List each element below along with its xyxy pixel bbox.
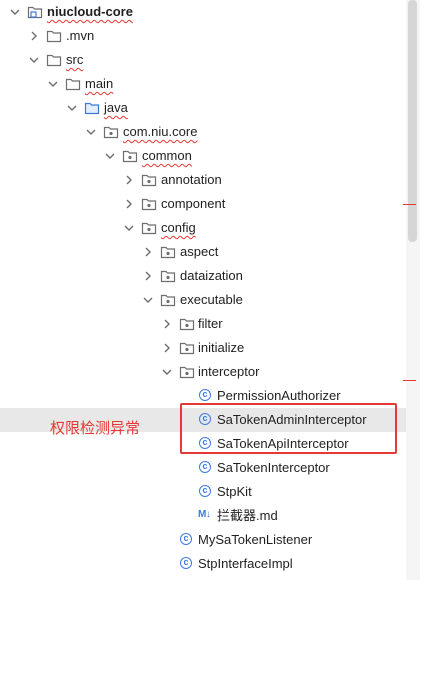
tree-item-label: filter xyxy=(198,316,223,331)
tree-item-markdown-file[interactable]: M↓ 拦截器.md xyxy=(0,504,400,528)
chevron-right-icon[interactable] xyxy=(29,30,39,42)
package-icon xyxy=(141,172,157,188)
error-stripe-marker[interactable] xyxy=(403,380,416,381)
package-icon xyxy=(103,124,119,140)
folder-icon xyxy=(46,52,62,68)
tree-item-mvn[interactable]: .mvn xyxy=(0,24,400,48)
folder-icon xyxy=(65,76,81,92)
tree-item-label: executable xyxy=(180,292,243,307)
tree-item-label: dataization xyxy=(180,268,243,283)
tree-item-label: interceptor xyxy=(198,364,260,379)
chevron-down-icon[interactable] xyxy=(86,126,96,138)
chevron-right-icon[interactable] xyxy=(143,270,153,282)
tree-item-label: SaTokenInterceptor xyxy=(217,460,330,475)
scrollbar-thumb[interactable] xyxy=(408,0,417,242)
tree-item-stp-interface-impl[interactable]: c StpInterfaceImpl xyxy=(0,552,400,576)
chevron-right-icon[interactable] xyxy=(124,174,134,186)
chevron-down-icon[interactable] xyxy=(162,366,172,378)
tree-item-src[interactable]: src xyxy=(0,48,400,72)
tree-item-label: component xyxy=(161,196,226,211)
tree-item-stpkit[interactable]: c StpKit xyxy=(0,480,400,504)
package-icon xyxy=(160,268,176,284)
tree-item-component[interactable]: component xyxy=(0,192,400,216)
tree-item-label: StpInterfaceImpl xyxy=(198,556,293,571)
tree-item-label: aspect xyxy=(180,244,219,259)
tree-item-niucloud-core[interactable]: niucloud-core xyxy=(0,0,400,24)
package-icon xyxy=(179,340,195,356)
chevron-right-icon[interactable] xyxy=(162,342,172,354)
tree-item-label: StpKit xyxy=(217,484,252,499)
tree-item-label: common xyxy=(142,148,192,163)
tree-item-label: main xyxy=(85,76,114,91)
tree-item-label: 拦截器.md xyxy=(217,508,278,523)
chevron-down-icon[interactable] xyxy=(67,102,77,114)
package-icon xyxy=(160,244,176,260)
tree-item-interceptor[interactable]: interceptor xyxy=(0,360,400,384)
chevron-down-icon[interactable] xyxy=(143,294,153,306)
package-icon xyxy=(141,196,157,212)
folder-icon xyxy=(46,28,62,44)
tree-item-label: config xyxy=(161,220,196,235)
tree-item-label: MySaTokenListener xyxy=(198,532,313,547)
chevron-right-icon[interactable] xyxy=(143,246,153,258)
package-icon xyxy=(141,220,157,236)
package-icon xyxy=(122,148,138,164)
tree-item-label: com.niu.core xyxy=(123,124,198,139)
tree-item-label: java xyxy=(104,100,128,115)
package-icon xyxy=(160,292,176,308)
tree-item-initialize[interactable]: initialize xyxy=(0,336,400,360)
class-icon: c xyxy=(198,388,214,404)
tree-item-label: annotation xyxy=(161,172,222,187)
highlight-box xyxy=(180,403,397,454)
tree-item-label: .mvn xyxy=(66,28,95,43)
tree-item-label: PermissionAuthorizer xyxy=(217,388,341,403)
tree-item-annotation[interactable]: annotation xyxy=(0,168,400,192)
tree-item-satoken-interceptor[interactable]: c SaTokenInterceptor xyxy=(0,456,400,480)
module-folder-icon xyxy=(27,4,43,20)
package-icon xyxy=(179,364,195,380)
tree-item-config[interactable]: config xyxy=(0,216,400,240)
chevron-down-icon[interactable] xyxy=(124,222,134,234)
blank-area xyxy=(0,580,426,699)
annotation-label: 权限检测异常 xyxy=(50,420,141,437)
tree-item-label: src xyxy=(66,52,84,67)
chevron-down-icon[interactable] xyxy=(10,6,20,18)
error-stripe-marker[interactable] xyxy=(403,204,416,205)
tree-item-java[interactable]: java xyxy=(0,96,400,120)
tree-item-executable[interactable]: executable xyxy=(0,288,400,312)
tree-item-filter[interactable]: filter xyxy=(0,312,400,336)
tree-item-com-niu-core[interactable]: com.niu.core xyxy=(0,120,400,144)
project-tree: niucloud-core .mvn src main java com.niu… xyxy=(0,0,406,580)
chevron-right-icon[interactable] xyxy=(162,318,172,330)
class-icon: c xyxy=(198,484,214,500)
source-folder-icon xyxy=(84,100,100,116)
class-icon: c xyxy=(198,460,214,476)
tree-item-my-satoken-listener[interactable]: c MySaTokenListener xyxy=(0,528,400,552)
chevron-down-icon[interactable] xyxy=(105,150,115,162)
tree-item-dataization[interactable]: dataization xyxy=(0,264,400,288)
tree-item-label: niucloud-core xyxy=(47,4,133,19)
tree-item-aspect[interactable]: aspect xyxy=(0,240,400,264)
markdown-icon: M↓ xyxy=(198,509,211,520)
chevron-right-icon[interactable] xyxy=(124,198,134,210)
tree-item-main[interactable]: main xyxy=(0,72,400,96)
class-icon: c xyxy=(179,556,195,572)
tree-item-label: initialize xyxy=(198,340,245,355)
chevron-down-icon[interactable] xyxy=(48,78,58,90)
package-icon xyxy=(179,316,195,332)
chevron-down-icon[interactable] xyxy=(29,54,39,66)
class-icon: c xyxy=(179,532,195,548)
tree-item-common[interactable]: common xyxy=(0,144,400,168)
